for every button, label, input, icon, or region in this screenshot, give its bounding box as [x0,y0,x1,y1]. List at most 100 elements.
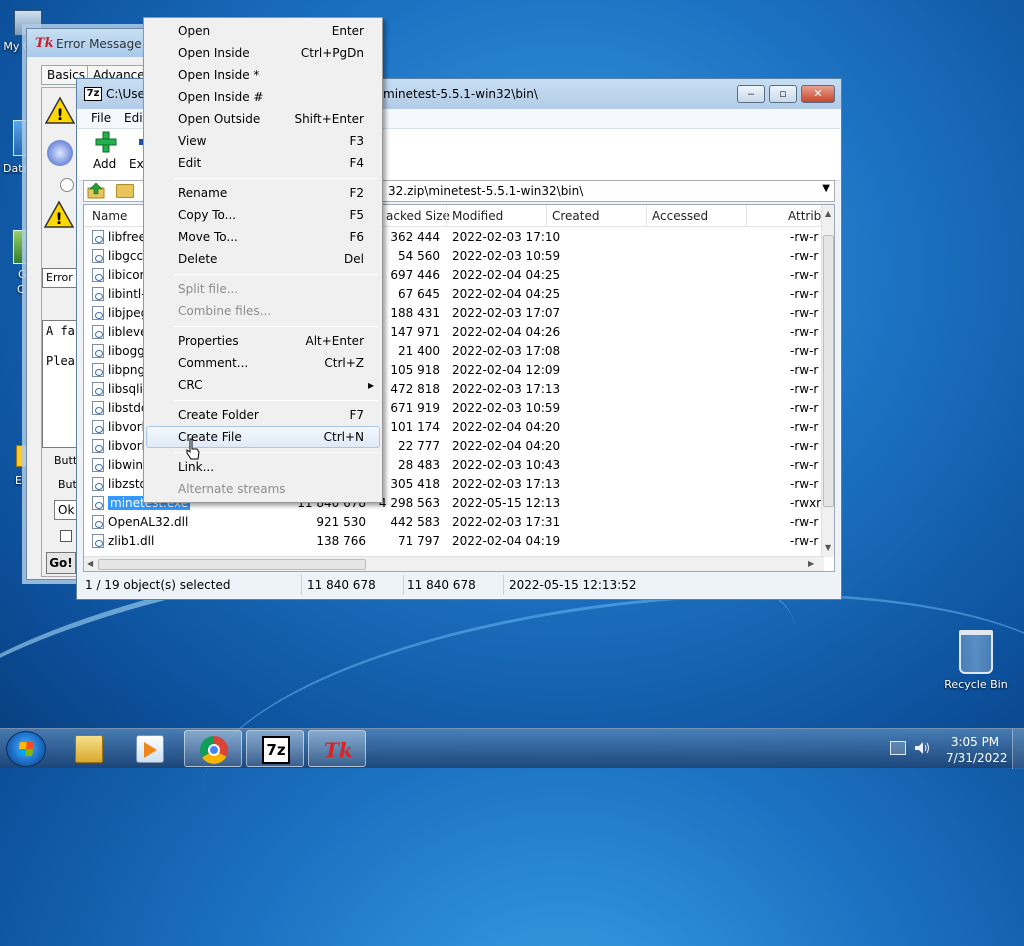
menu-item-label: Open Inside * [178,68,260,82]
minimize-button[interactable]: ‒ [737,85,765,103]
warning-icon[interactable]: ! [44,96,76,126]
cell-attributes: -rw-r [790,420,819,434]
file-icon [92,268,104,282]
cell-attributes: -rw-r [790,401,819,415]
column-divider[interactable] [546,205,547,227]
cell-modified: 2022-02-03 17:13 [452,477,561,491]
column-name[interactable]: Name [92,209,127,223]
menu-item-create-file[interactable]: Create File Ctrl+N [146,426,380,448]
up-folder-icon[interactable] [86,183,106,199]
cell-modified: 2022-02-03 17:08 [452,344,561,358]
menu-item-label: Open Inside [178,46,250,60]
warning-icon[interactable]: ! [43,200,75,230]
menu-item-view[interactable]: View F3 [146,130,380,152]
menu-item-shortcut: Shift+Enter [294,112,364,126]
menu-item-comment[interactable]: Comment... Ctrl+Z [146,352,380,374]
show-desktop-button[interactable] [1012,729,1024,769]
horizontal-scrollbar[interactable]: ◀ ▶ [84,556,824,571]
cell-name: libintl- [108,287,146,301]
add-button-label[interactable]: Add [93,157,116,171]
title-bar[interactable]: Tk Error Message Ge [27,29,162,57]
cell-size: 138 766 [316,534,366,548]
table-row[interactable]: OpenAL32.dll 921 530 442 583 2022-02-03 17:… [84,513,824,532]
database-icon[interactable] [13,120,27,156]
tk-icon: Tk [324,738,353,762]
start-button[interactable] [6,731,46,767]
clock-time: 3:05 PM [950,735,1000,749]
icon-radio[interactable] [60,178,74,192]
menu-item-label: Alternate streams [178,482,286,496]
column-divider[interactable] [446,205,447,227]
menu-item-open[interactable]: Open Enter [146,20,380,42]
scrollbar-thumb[interactable] [823,235,834,507]
menu-item-rename[interactable]: Rename F2 [146,182,380,204]
checkbox[interactable] [60,530,72,542]
cell-name: libleve [108,325,148,339]
menu-item-label: Open [178,24,211,38]
cell-attributes: -rw-r [790,382,819,396]
menu-item-shortcut: Ctrl+N [323,430,364,444]
menu-item-open-outside[interactable]: Open Outside Shift+Enter [146,108,380,130]
app-icon[interactable] [13,230,27,264]
scroll-down-arrow-icon[interactable]: ▼ [825,543,831,552]
menu-item-open-inside-star[interactable]: Open Inside * [146,64,380,86]
menu-separator [174,178,378,179]
scrollbar-thumb[interactable] [98,559,366,570]
chevron-down-icon[interactable]: ▼ [822,183,830,194]
menu-item-create-folder[interactable]: Create Folder F7 [146,404,380,426]
menu-item-open-inside-hash[interactable]: Open Inside # [146,86,380,108]
desktop-icon-label: C [17,283,25,296]
column-packed-size[interactable]: acked Size [386,209,450,223]
7zip-icon: 7z [262,736,290,764]
menu-item-crc[interactable]: CRC ▸ [146,374,380,396]
menu-item-delete[interactable]: Delete Del [146,248,380,270]
menu-item-properties[interactable]: Properties Alt+Enter [146,330,380,352]
scroll-up-arrow-icon[interactable]: ▲ [825,209,831,218]
menu-file[interactable]: File [91,111,111,125]
taskbar-chrome[interactable] [184,730,242,767]
menu-item-shortcut: Alt+Enter [305,334,364,348]
network-icon[interactable] [890,741,906,755]
column-attributes[interactable]: Attrib [788,209,821,223]
menu-item-move-to[interactable]: Move To... F6 [146,226,380,248]
menu-item-edit[interactable]: Edit F4 [146,152,380,174]
column-modified[interactable]: Modified [452,209,503,223]
maximize-button[interactable]: ▫ [769,85,797,103]
clock[interactable]: 3:05 PM 7/31/2022 [946,734,1008,766]
file-icon [92,287,104,301]
menu-item-label: Properties [178,334,239,348]
column-accessed[interactable]: Accessed [652,209,708,223]
table-row[interactable]: zlib1.dll 138 766 71 797 2022-02-04 04:19 -r… [84,532,824,551]
menu-item-open-inside[interactable]: Open Inside Ctrl+PgDn [146,42,380,64]
column-divider[interactable] [746,205,747,227]
window-title-path: minetest-5.5.1-win32\bin\ [383,87,538,101]
scroll-right-arrow-icon[interactable]: ▶ [808,559,814,568]
cell-modified: 2022-02-04 04:20 [452,420,561,434]
vertical-scrollbar[interactable]: ▲ ▼ [821,205,834,557]
desktop-icon-recycle-bin[interactable]: Recycle Bin [940,630,1012,691]
menu-item-copy-to[interactable]: Copy To... F5 [146,204,380,226]
go-button[interactable]: Go! [46,552,76,574]
menu-item-label: View [178,134,207,148]
close-button[interactable]: ✕ [801,85,835,103]
add-icon[interactable] [95,131,117,153]
menu-item-link[interactable]: Link... [146,456,380,478]
taskbar-tk-app[interactable]: Tk [308,730,366,767]
taskbar-media-player[interactable] [121,730,179,767]
volume-icon[interactable] [914,741,930,755]
svg-text:!: ! [55,209,62,228]
cell-modified: 2022-02-03 17:07 [452,306,561,320]
column-created[interactable]: Created [552,209,600,223]
cell-name: libzstd [108,477,148,491]
scroll-left-arrow-icon[interactable]: ◀ [87,559,93,568]
cell-modified: 2022-02-04 04:26 [452,325,561,339]
column-divider[interactable] [646,205,647,227]
menu-item-shortcut: F5 [349,208,364,222]
taskbar-7zip[interactable]: 7z [246,730,304,767]
taskbar-file-explorer[interactable] [60,730,118,767]
desktop-icon-label: E [15,474,22,487]
menu-item-label: Comment... [178,356,249,370]
info-icon[interactable] [47,140,73,166]
cell-attributes: -rw-r [790,439,819,453]
cell-packed-size: 71 797 [398,534,440,548]
